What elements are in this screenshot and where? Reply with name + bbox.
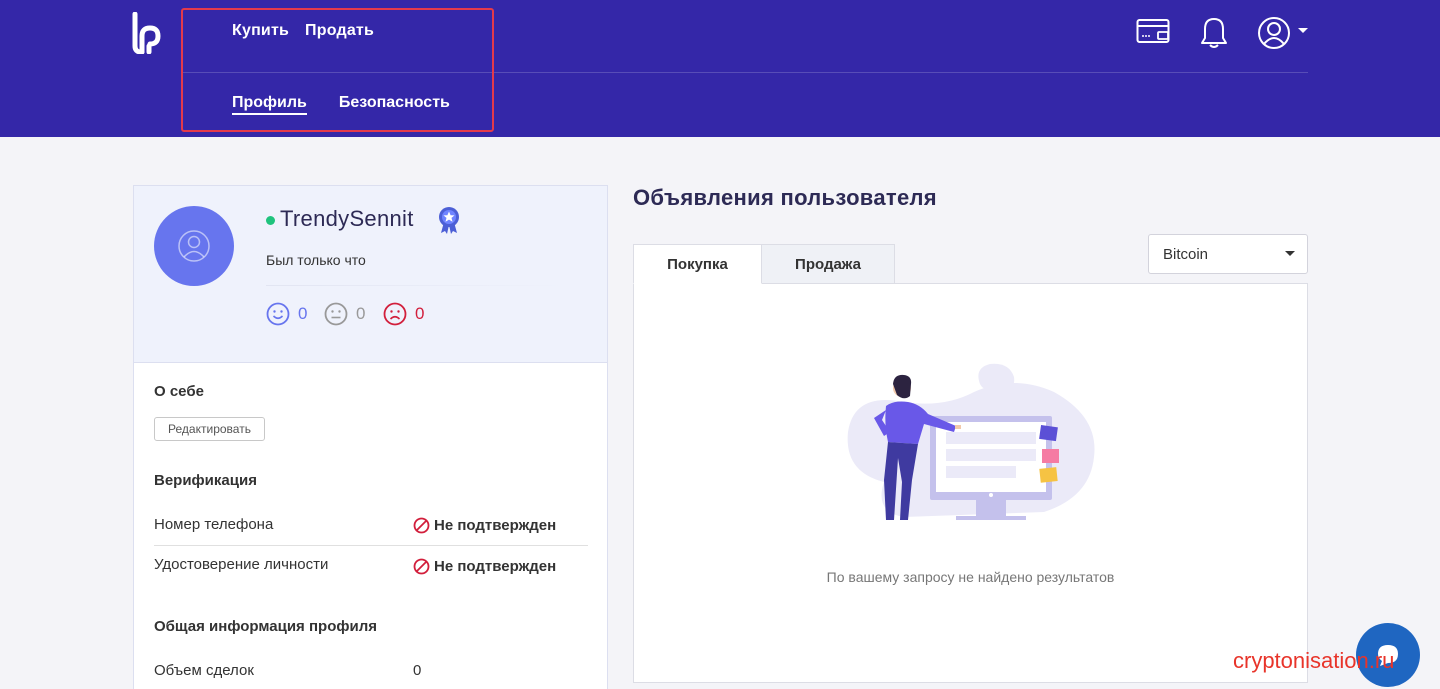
- top-header: Купить Продать Профиль Безопасность: [0, 0, 1440, 137]
- id-status: Не подтвержден: [413, 558, 556, 575]
- verified-badge-icon: [439, 207, 459, 234]
- bell-icon[interactable]: [1200, 16, 1228, 50]
- highlight-annotation: [181, 8, 494, 132]
- caret-down-icon[interactable]: [1298, 28, 1308, 34]
- phone-status: Не подтвержден: [413, 517, 556, 534]
- watermark-text: cryptonisation.ru: [1233, 648, 1395, 673]
- ads-title: Объявления пользователя: [633, 185, 937, 210]
- wallet-icon[interactable]: [1136, 18, 1170, 46]
- tab-sell[interactable]: Продажа: [761, 244, 895, 284]
- rating-negative-count: 0: [415, 304, 425, 323]
- phone-label: Номер телефона: [154, 516, 274, 533]
- username: TrendySennit: [280, 206, 414, 231]
- empty-state-illustration: [847, 363, 1095, 520]
- id-label: Удостоверение личности: [154, 556, 329, 573]
- verification-title: Верификация: [154, 472, 257, 489]
- id-status-text: Не подтвержден: [434, 558, 557, 575]
- frown-icon: [383, 302, 407, 326]
- last-seen-text: Был только что: [266, 252, 366, 268]
- not-verified-icon: [413, 558, 430, 575]
- tab-buy[interactable]: Покупка: [633, 244, 762, 284]
- rating-negative: 0: [383, 302, 424, 326]
- phone-status-text: Не подтвержден: [434, 517, 557, 534]
- caret-down-icon: [1285, 251, 1295, 256]
- user-placeholder-icon: [178, 230, 210, 262]
- currency-select[interactable]: Bitcoin: [1148, 234, 1308, 274]
- edit-about-button[interactable]: Редактировать: [154, 417, 265, 441]
- rating-neutral: 0: [324, 302, 365, 326]
- rating-positive: 0: [266, 302, 307, 326]
- general-info-title: Общая информация профиля: [154, 618, 377, 635]
- profile-header: TrendySennit Был только что 0 0 0: [134, 186, 607, 363]
- divider: [266, 285, 566, 286]
- rating-neutral-count: 0: [356, 304, 366, 323]
- rating-positive-count: 0: [298, 304, 308, 323]
- deal-volume-label: Объем сделок: [154, 662, 254, 679]
- logo-icon[interactable]: [132, 12, 166, 54]
- deal-volume-value: 0: [413, 662, 422, 679]
- online-status-dot: [266, 216, 275, 225]
- ads-panel: По вашему запросу не найдено результатов: [633, 283, 1308, 683]
- empty-results-text: По вашему запросу не найдено результатов: [826, 569, 1115, 585]
- smile-icon: [266, 302, 290, 326]
- divider: [154, 545, 588, 546]
- about-title: О себе: [154, 383, 204, 400]
- currency-select-value: Bitcoin: [1163, 245, 1209, 263]
- user-circle-icon[interactable]: [1258, 16, 1292, 50]
- avatar[interactable]: [154, 206, 234, 286]
- neutral-face-icon: [324, 302, 348, 326]
- profile-card: TrendySennit Был только что 0 0 0 О себе…: [133, 185, 608, 689]
- not-verified-icon: [413, 517, 430, 534]
